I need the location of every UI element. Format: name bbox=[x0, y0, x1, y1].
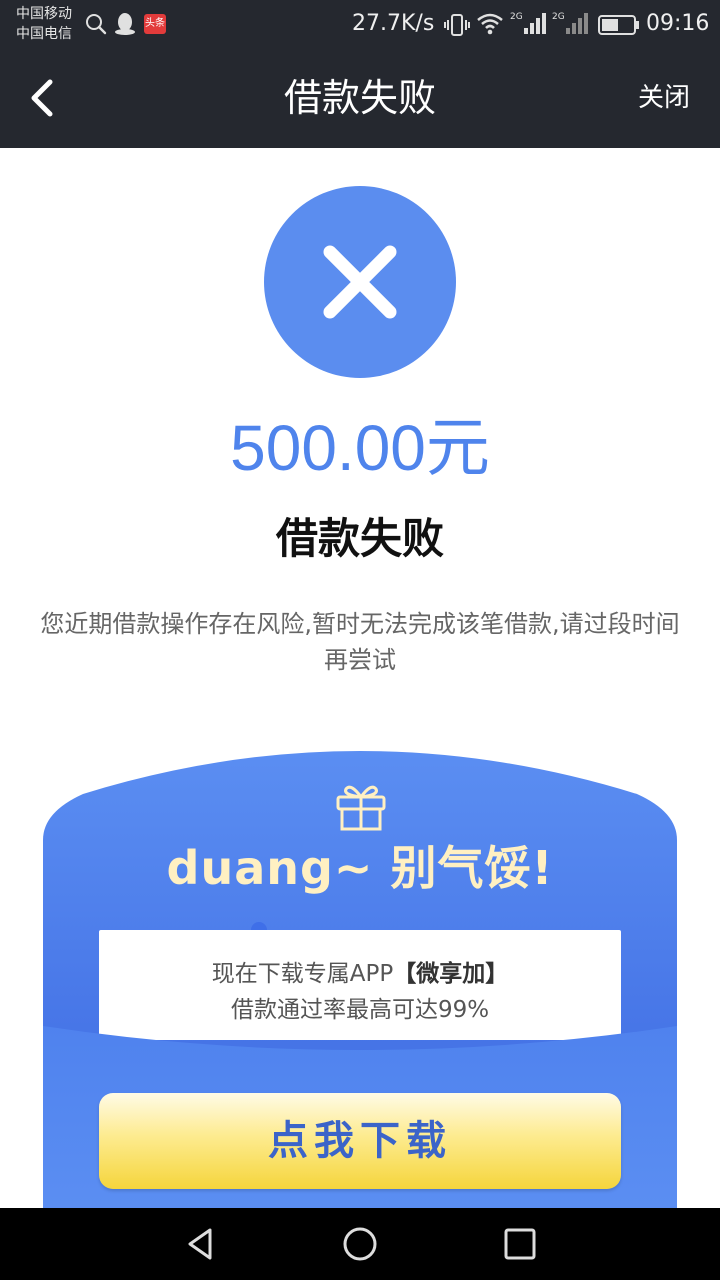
carrier-1: 中国移动 bbox=[16, 6, 72, 22]
promo-line-1-text: 现在下载专属APP bbox=[211, 961, 394, 987]
system-nav-bar bbox=[0, 1208, 720, 1280]
nav-bar: 借款失败 关闭 bbox=[0, 48, 720, 148]
page-title: 借款失败 bbox=[283, 76, 436, 120]
gift-icon bbox=[336, 785, 386, 831]
carrier-2: 中国电信 bbox=[16, 26, 72, 42]
download-button-label: 点我下载 bbox=[268, 1118, 452, 1164]
back-triangle-icon[interactable] bbox=[178, 1222, 222, 1266]
chevron-left-icon bbox=[31, 79, 53, 117]
loan-amount: 500.00元 bbox=[230, 412, 490, 484]
signal-icon: 2G bbox=[552, 12, 588, 34]
clock: 09:16 bbox=[646, 11, 710, 36]
qq-icon bbox=[115, 13, 135, 35]
back-button[interactable] bbox=[14, 68, 74, 128]
sim1-network: 2G bbox=[510, 12, 523, 22]
close-button[interactable]: 关闭 bbox=[638, 78, 690, 118]
promo-headline: duang~ 别气馁! bbox=[166, 841, 554, 895]
carrier-info: 中国移动 中国电信 bbox=[16, 4, 72, 44]
home-circle-icon[interactable] bbox=[338, 1222, 382, 1266]
close-x-icon bbox=[323, 245, 397, 319]
download-button[interactable]: 点我下载 bbox=[99, 1093, 621, 1189]
status-bar: 中国移动 中国电信 头条 27.7K/s 2G 2G 09:16 bbox=[0, 0, 720, 48]
result-message: 您近期借款操作存在风险,暂时无法完成该笔借款,请过段时间再尝试 bbox=[40, 610, 680, 674]
failure-badge bbox=[264, 186, 456, 378]
wifi-icon bbox=[477, 13, 503, 35]
battery-icon bbox=[598, 15, 639, 35]
search-icon bbox=[86, 14, 107, 35]
promo-app-name: 【微享加】 bbox=[393, 961, 509, 987]
toutiao-icon: 头条 bbox=[144, 14, 166, 34]
result-status: 借款失败 bbox=[275, 514, 444, 563]
recents-square-icon[interactable] bbox=[498, 1222, 542, 1266]
sim2-network: 2G bbox=[552, 12, 565, 22]
promo-card: duang~ 别气馁! 现在下载专属APP【微享加】 借款通过率最高可达99% … bbox=[43, 742, 677, 1208]
promo-line-1: 现在下载专属APP【微享加】 bbox=[99, 956, 621, 992]
signal-icon: 2G bbox=[510, 12, 546, 34]
vibrate-icon bbox=[444, 14, 470, 36]
network-speed: 27.7K/s bbox=[352, 11, 435, 36]
